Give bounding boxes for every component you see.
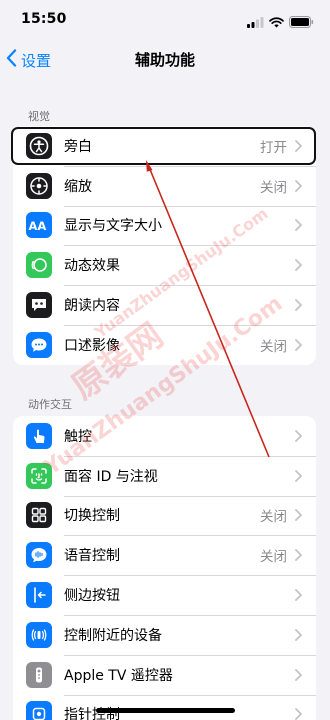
row-value: 关闭 <box>260 179 287 196</box>
switch-control-icon <box>26 502 52 529</box>
row-voice-control[interactable]: 语音控制 关闭 <box>13 535 316 575</box>
row-touch[interactable]: 触控 <box>13 416 316 456</box>
chevron-right-icon <box>295 668 302 681</box>
side-button-icon <box>26 582 52 609</box>
zoom-icon <box>26 172 52 199</box>
settings-screen: 15:50 设置 辅助功能 视觉 旁白 打开 缩放 关闭 AA 显示与文字大小 … <box>0 0 330 720</box>
status-time: 15:50 <box>21 11 67 27</box>
row-control-nearby-devices[interactable]: 控制附近的设备 <box>13 614 316 655</box>
row-label: 缩放 <box>64 178 92 195</box>
chevron-right-icon <box>295 469 302 482</box>
audio-description-icon <box>26 331 52 358</box>
battery-icon <box>289 13 314 32</box>
settings-group-physical-motor: 触控 面容 ID 与注视 切换控制 关闭 语音控制 关闭 侧边按钮 控制附近的设… <box>13 416 316 720</box>
row-label: 控制附近的设备 <box>64 627 162 644</box>
row-value: 关闭 <box>260 338 287 355</box>
row-label: 面容 ID 与注视 <box>64 468 158 485</box>
spoken-content-icon <box>26 292 52 319</box>
section-header-vision: 视觉 <box>28 110 50 123</box>
chevron-right-icon <box>295 708 302 720</box>
row-value: 关闭 <box>260 549 287 566</box>
row-audio-descriptions[interactable]: 口述影像 关闭 <box>13 324 316 365</box>
text-size-icon: AA <box>26 212 52 239</box>
row-value: 关闭 <box>260 509 287 526</box>
row-label: 侧边按钮 <box>64 588 120 605</box>
chevron-right-icon <box>295 259 302 272</box>
chevron-right-icon <box>295 179 302 192</box>
status-icons <box>247 13 314 32</box>
pointer-control-icon <box>26 701 52 720</box>
chevron-right-icon <box>295 429 302 442</box>
svg-text:AA: AA <box>29 219 47 232</box>
row-label: 口述影像 <box>64 337 120 354</box>
row-display-text-size[interactable]: AA 显示与文字大小 <box>13 205 316 246</box>
row-label: 触控 <box>64 428 92 445</box>
row-voiceover[interactable]: 旁白 打开 <box>13 126 316 166</box>
touch-icon <box>26 422 52 449</box>
row-label: 切换控制 <box>64 508 120 525</box>
apple-tv-remote-icon <box>26 661 52 688</box>
row-spoken-content[interactable]: 朗读内容 <box>13 285 316 325</box>
voice-control-icon <box>26 542 52 569</box>
row-motion[interactable]: 动态效果 <box>13 245 316 285</box>
motion-icon <box>26 252 52 279</box>
voiceover-icon <box>26 132 52 159</box>
chevron-right-icon <box>295 338 302 351</box>
chevron-right-icon <box>295 589 302 601</box>
chevron-right-icon <box>295 299 302 311</box>
row-label: 旁白 <box>64 138 92 155</box>
chevron-right-icon <box>295 139 302 152</box>
section-header-physical-motor: 动作交互 <box>28 398 72 411</box>
wifi-icon <box>269 13 284 32</box>
row-apple-tv-remote[interactable]: Apple TV 遥控器 <box>13 654 316 695</box>
home-indicator <box>96 708 235 713</box>
row-zoom[interactable]: 缩放 关闭 <box>13 165 316 206</box>
chevron-right-icon <box>295 549 302 562</box>
status-bar: 15:50 <box>0 0 330 40</box>
settings-group-vision: 旁白 打开 缩放 关闭 AA 显示与文字大小 动态效果 朗读内容 口述影像 关闭 <box>13 126 316 365</box>
face-id-icon <box>26 462 52 489</box>
row-value: 打开 <box>260 139 287 156</box>
page-title: 辅助功能 <box>134 51 195 69</box>
row-switch-control[interactable]: 切换控制 关闭 <box>13 495 316 536</box>
row-label: 语音控制 <box>64 548 120 565</box>
row-label: 朗读内容 <box>64 298 120 315</box>
row-label: 动态效果 <box>64 258 120 275</box>
row-label: Apple TV 遥控器 <box>64 667 173 684</box>
chevron-right-icon <box>295 628 302 641</box>
navigation-bar: 设置 辅助功能 <box>0 40 330 80</box>
chevron-right-icon <box>295 509 302 522</box>
nearby-devices-icon <box>26 621 52 648</box>
chevron-right-icon <box>295 219 302 232</box>
cellular-signal-icon <box>247 13 264 32</box>
row-side-button[interactable]: 侧边按钮 <box>13 575 316 615</box>
row-label: 显示与文字大小 <box>64 218 162 235</box>
row-face-id-attention[interactable]: 面容 ID 与注视 <box>13 455 316 496</box>
